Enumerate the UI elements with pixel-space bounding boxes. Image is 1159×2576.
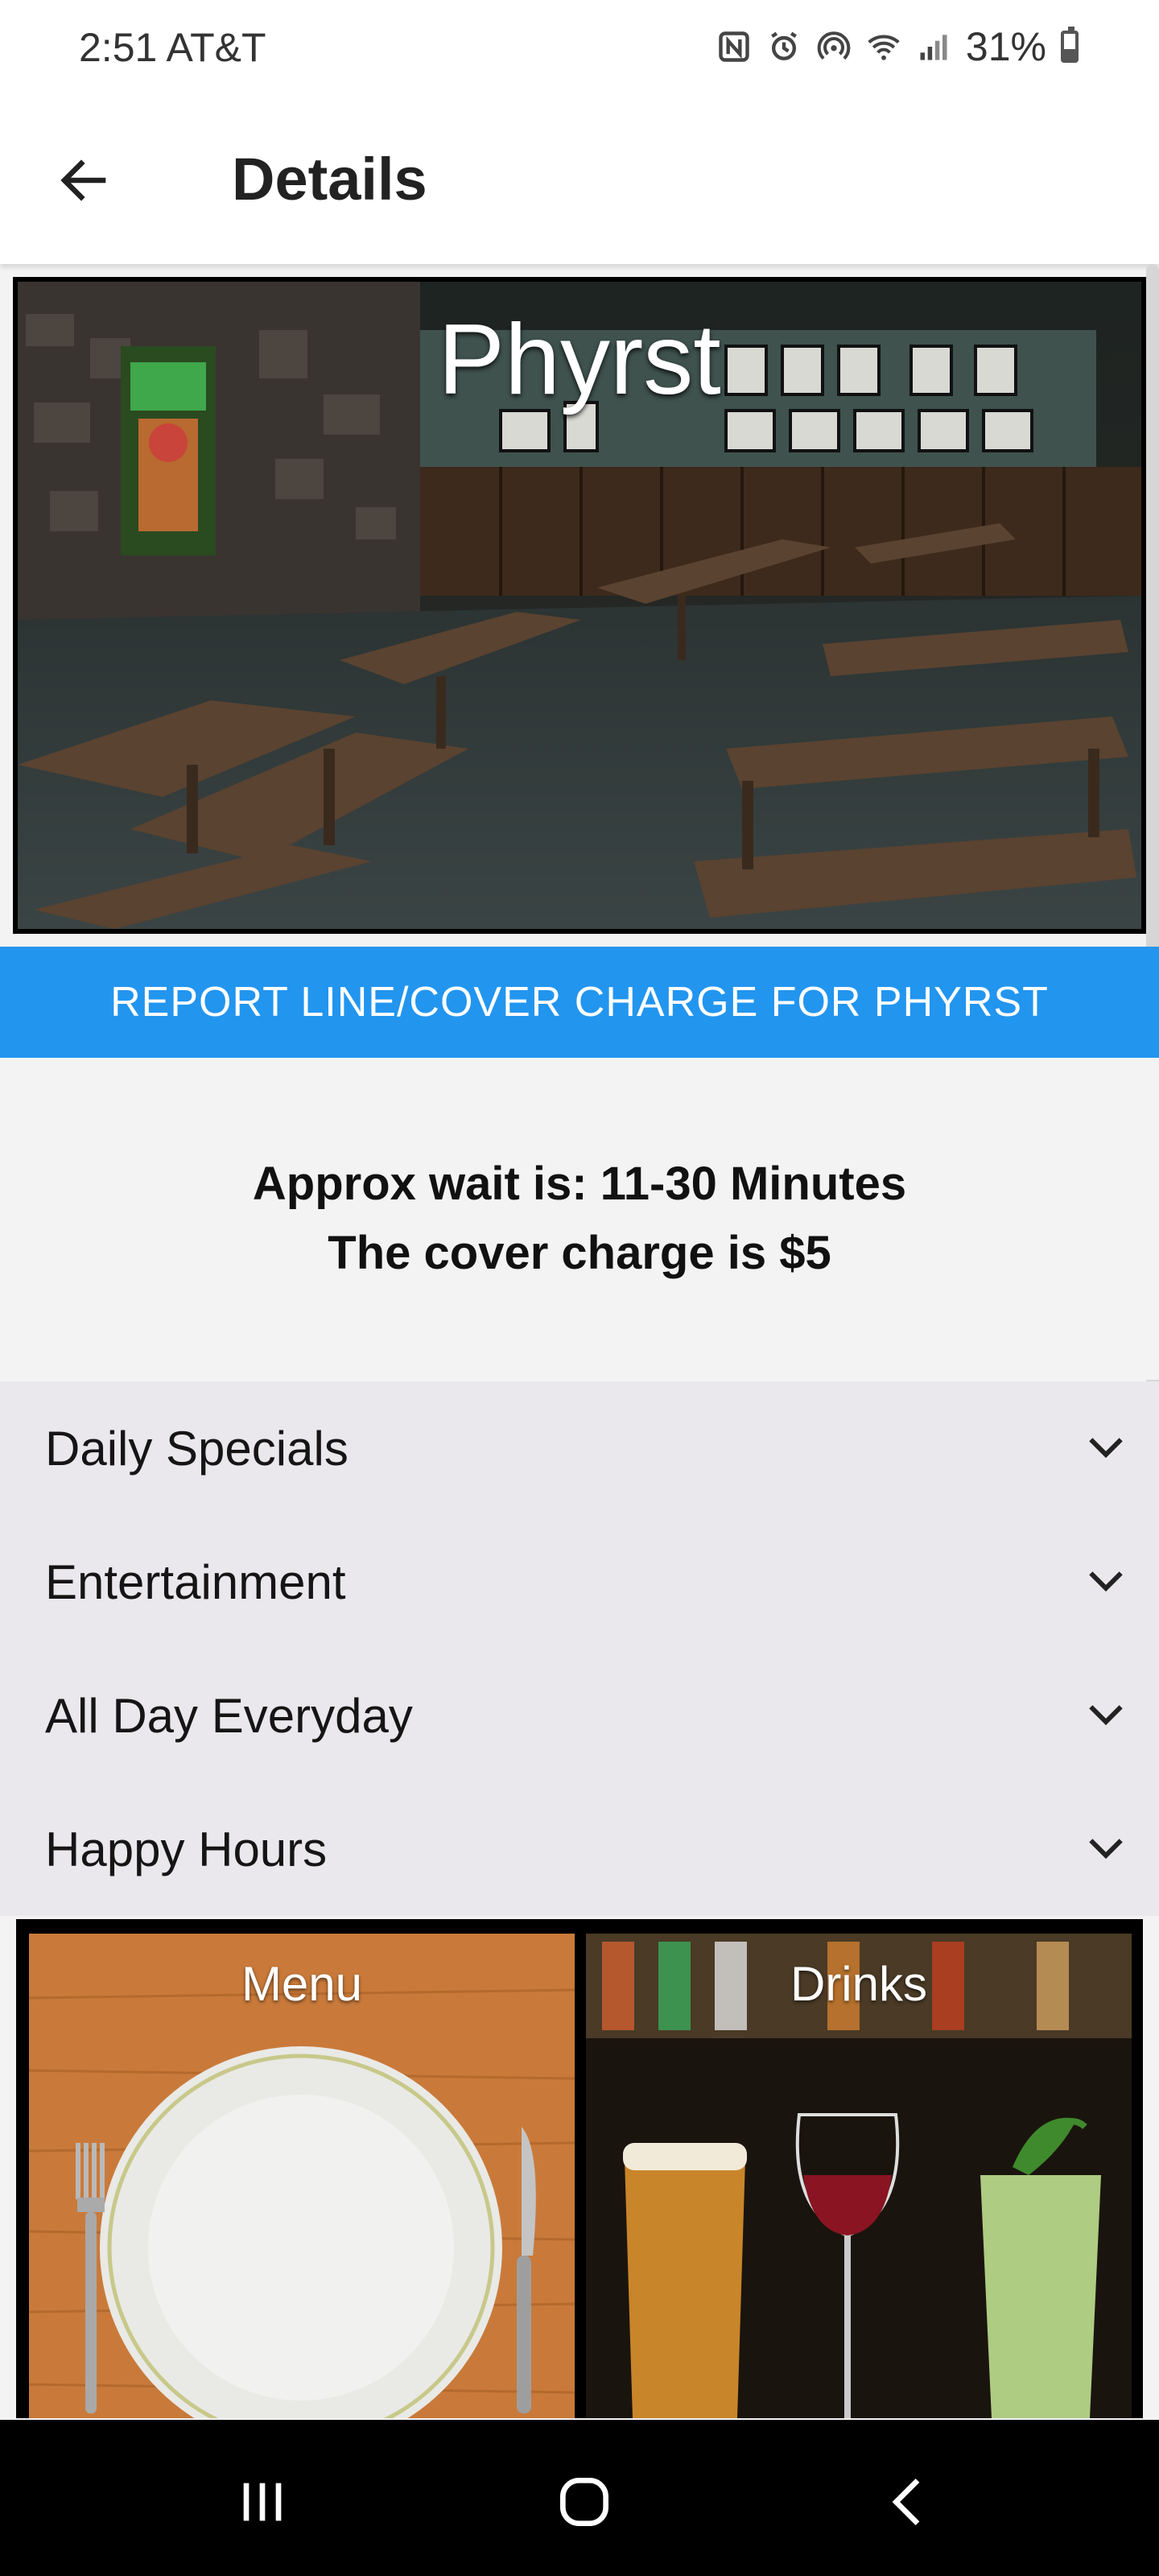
battery-percent: 31% <box>965 24 1046 69</box>
home-button[interactable] <box>544 2462 625 2542</box>
battery-icon <box>1061 27 1079 63</box>
chevron-down-icon <box>1089 1705 1123 1726</box>
app-bar: Details <box>0 105 1159 264</box>
accordion-label: Daily Specials <box>45 1421 349 1476</box>
accordion-daily-specials[interactable]: Daily Specials <box>0 1381 1159 1515</box>
system-nav-bar <box>0 2420 1159 2576</box>
status-time: 2:51 AT&T <box>79 25 266 70</box>
accordion-list: Daily Specials Entertainment All Day Eve… <box>0 1381 1159 1916</box>
hotspot-icon <box>817 31 851 60</box>
nav-back-button[interactable] <box>869 2462 950 2542</box>
drinks-tile-label: Drinks <box>790 1957 927 2011</box>
status-bar: 2:51 AT&T 31% <box>0 0 1159 105</box>
recent-apps-icon <box>243 2483 282 2521</box>
venue-hero-image: Phyrst <box>13 277 1146 934</box>
alarm-icon <box>771 31 797 60</box>
chevron-down-icon <box>1089 1438 1123 1459</box>
accordion-all-day-everyday[interactable]: All Day Everyday <box>0 1649 1159 1782</box>
signal-icon <box>920 35 947 60</box>
wait-info: Approx wait is: 11-30 Minutes The cover … <box>0 1058 1159 1380</box>
back-icon <box>892 2478 920 2526</box>
wifi-icon <box>868 35 900 60</box>
accordion-label: All Day Everyday <box>45 1688 413 1743</box>
chevron-down-icon <box>1089 1571 1123 1592</box>
menu-tile[interactable]: Menu <box>29 1934 575 2418</box>
arrow-left-icon <box>60 159 106 201</box>
cover-charge-text: The cover charge is $5 <box>328 1227 831 1279</box>
recent-apps-button[interactable] <box>222 2462 303 2542</box>
page-title: Details <box>232 146 427 213</box>
back-button[interactable] <box>47 143 121 217</box>
drinks-tile[interactable]: Drinks <box>586 1934 1132 2418</box>
wait-time-text: Approx wait is: 11-30 Minutes <box>252 1158 907 1210</box>
status-icons: 31% <box>716 23 1079 71</box>
menu-drinks-tiles: Menu Drinks <box>16 1919 1143 2418</box>
venue-name: Phyrst <box>438 304 721 415</box>
menu-tile-label: Menu <box>241 1957 363 2011</box>
report-line-cover-button[interactable]: REPORT LINE/COVER CHARGE FOR PHYRST <box>0 947 1159 1058</box>
home-icon <box>560 2478 608 2526</box>
chevron-down-icon <box>1089 1839 1123 1860</box>
accordion-label: Happy Hours <box>45 1822 328 1876</box>
accordion-entertainment[interactable]: Entertainment <box>0 1515 1159 1649</box>
accordion-happy-hours[interactable]: Happy Hours <box>0 1782 1159 1916</box>
nfc-icon <box>719 31 749 62</box>
accordion-label: Entertainment <box>45 1554 346 1609</box>
